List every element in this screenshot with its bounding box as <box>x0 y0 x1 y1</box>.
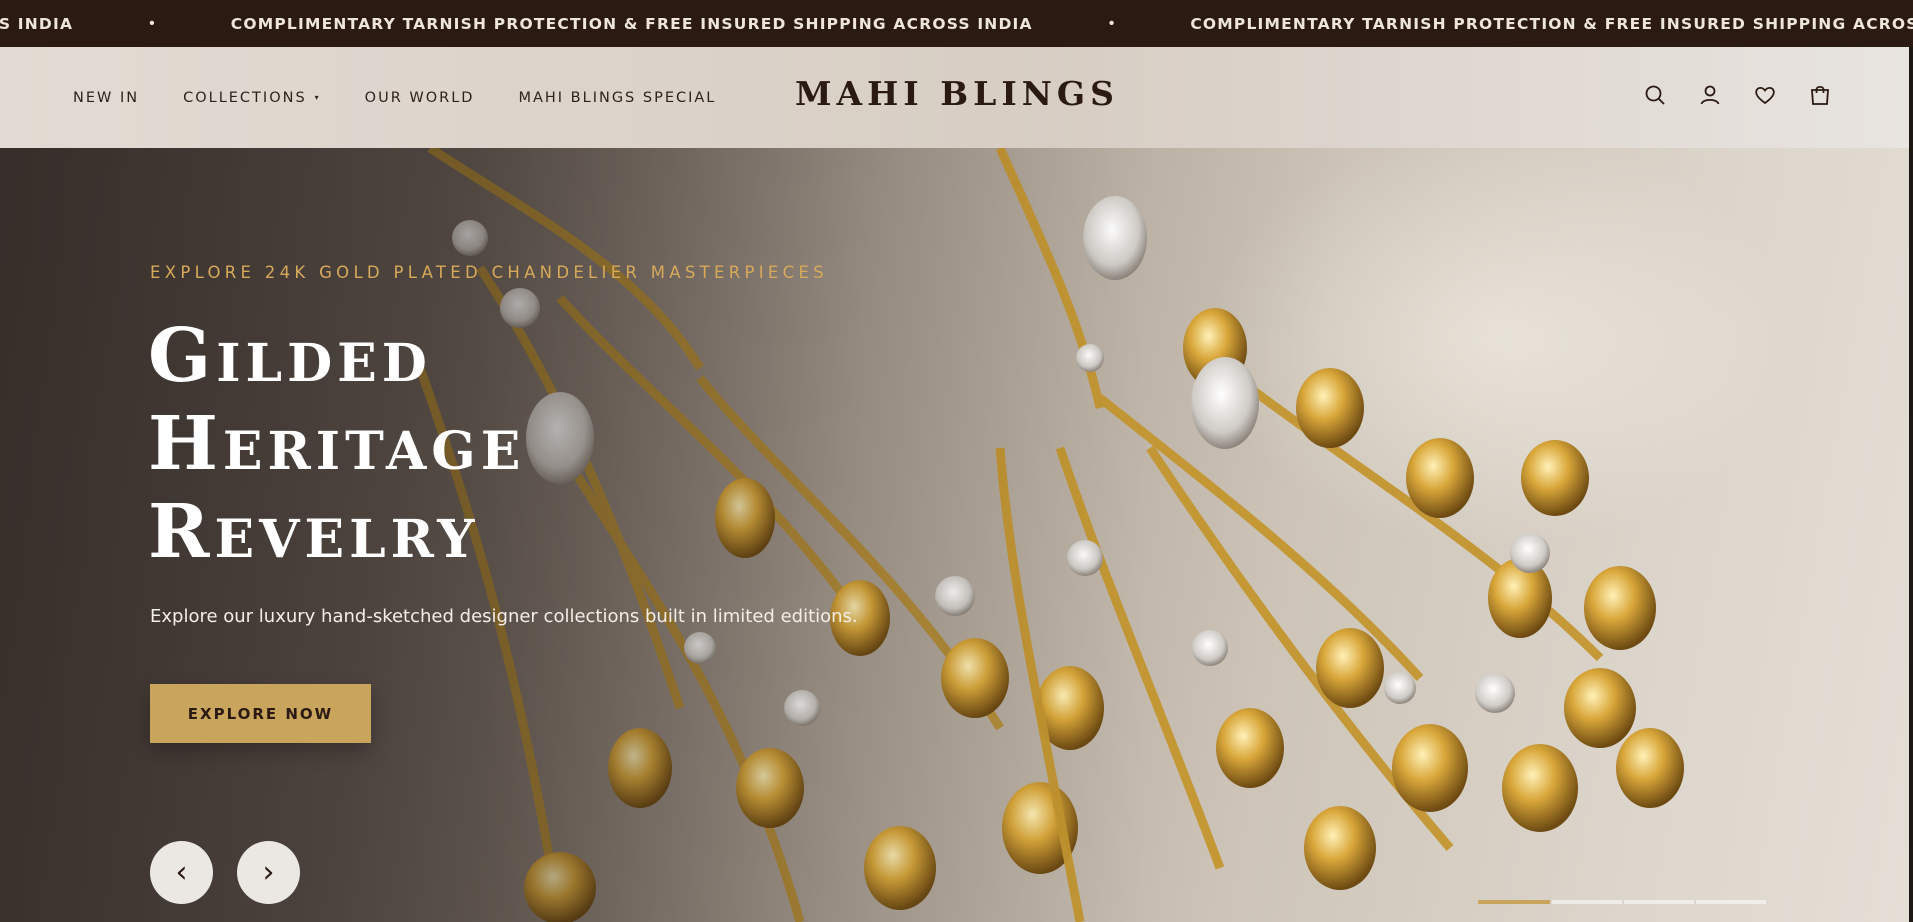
nav-collections[interactable]: COLLECTIONS ▾ <box>183 90 321 106</box>
account-icon[interactable] <box>1697 82 1723 108</box>
page: RED SHIPPING ACROSS INDIA • COMPLIMENTAR… <box>0 0 1913 922</box>
explore-now-button[interactable]: EXPLORE NOW <box>150 684 371 743</box>
announcement-bar: RED SHIPPING ACROSS INDIA • COMPLIMENTAR… <box>0 0 1913 47</box>
nav-label: MAHI BLINGS SPECIAL <box>518 89 717 106</box>
nav-label: NEW IN <box>73 89 140 106</box>
slider-dot-3[interactable] <box>1624 900 1694 904</box>
brand-logo[interactable]: MAHI BLINGS <box>795 74 1119 113</box>
main-nav: NEW IN COLLECTIONS ▾ OUR WORLD MAHI BLING… <box>73 47 760 148</box>
wishlist-heart-icon[interactable] <box>1752 82 1778 108</box>
window-edge <box>1909 47 1913 922</box>
hero-banner: EXPLORE 24K GOLD PLATED CHANDELIER MASTE… <box>0 148 1913 922</box>
site-header: NEW IN COLLECTIONS ▾ OUR WORLD MAHI BLING… <box>0 47 1913 148</box>
nav-label: OUR WORLD <box>364 89 475 106</box>
hero-headline-line: Revelry <box>148 489 480 575</box>
announcement-separator: • <box>149 14 155 32</box>
slider-dot-1[interactable] <box>1478 900 1550 904</box>
chevron-down-icon: ▾ <box>314 93 321 102</box>
nav-label: COLLECTIONS <box>183 89 307 106</box>
hero-headline-line: Heritage <box>148 401 526 487</box>
slider-prev-button[interactable]: ‹ <box>150 841 213 904</box>
nav-our-world[interactable]: OUR WORLD <box>365 90 475 106</box>
announcement-separator: • <box>1108 14 1115 32</box>
slider-next-button[interactable]: › <box>237 841 300 904</box>
cart-bag-icon[interactable] <box>1807 82 1833 108</box>
slider-pagination <box>1478 900 1768 904</box>
search-icon[interactable] <box>1642 82 1668 108</box>
slider-dot-4[interactable] <box>1696 900 1766 904</box>
hero-headline: Gilded Heritage Revelry <box>148 312 848 576</box>
hero-subcopy: Explore our luxury hand-sketched designe… <box>150 606 858 627</box>
hero-eyebrow: EXPLORE 24K GOLD PLATED CHANDELIER MASTE… <box>150 263 828 282</box>
hero-headline-line: Gilded <box>148 313 432 399</box>
announcement-text: COMPLIMENTARY TARNISH PROTECTION & FREE … <box>230 14 1033 33</box>
announcement-marquee: RED SHIPPING ACROSS INDIA • COMPLIMENTAR… <box>0 0 1913 47</box>
announcement-text: RED SHIPPING ACROSS INDIA <box>0 14 74 33</box>
nav-mahi-blings-special[interactable]: MAHI BLINGS SPECIAL <box>518 90 716 106</box>
announcement-text: COMPLIMENTARY TARNISH PROTECTION & FREE … <box>1190 14 1913 33</box>
header-actions <box>1642 82 1862 108</box>
slider-dot-2[interactable] <box>1552 900 1622 904</box>
nav-new-in[interactable]: NEW IN <box>73 90 139 106</box>
